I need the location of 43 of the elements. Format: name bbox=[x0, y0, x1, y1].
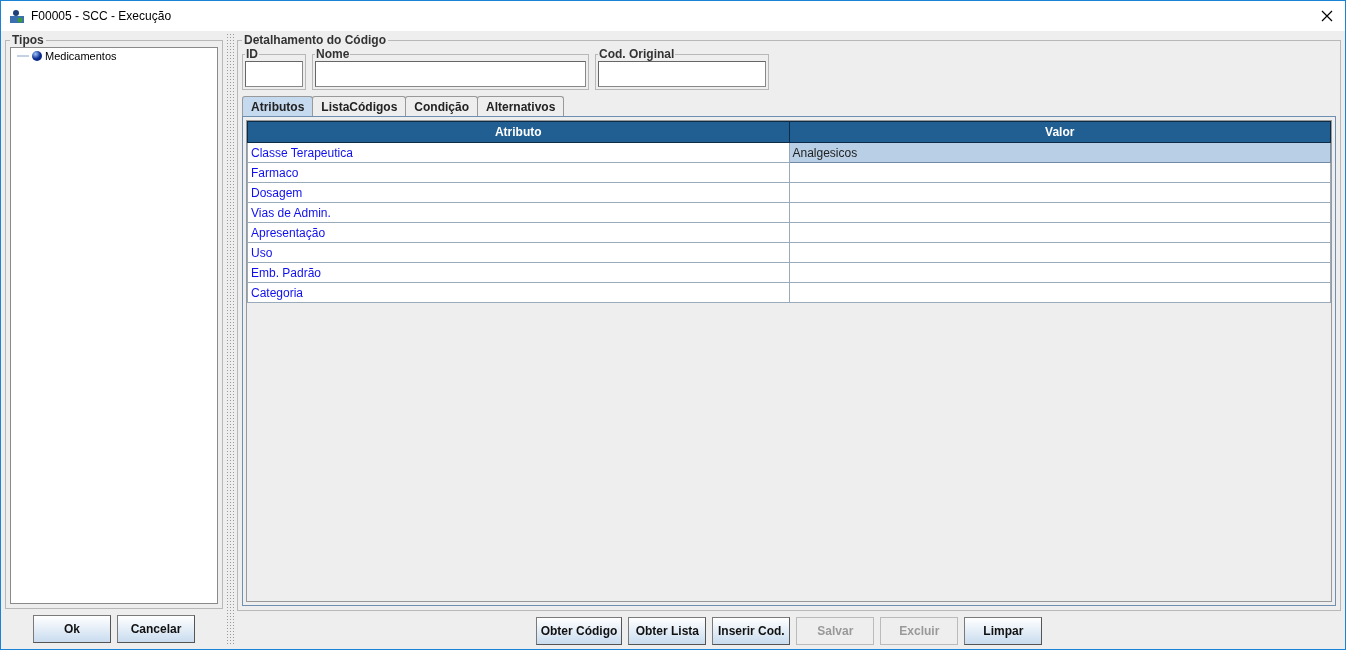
action-button[interactable]: Limpar bbox=[964, 617, 1043, 645]
panel-title: Detalhamento do Código bbox=[243, 33, 387, 47]
action-button[interactable]: Obter Lista bbox=[628, 617, 707, 645]
dialog-button[interactable]: Ok bbox=[33, 615, 111, 643]
dialog-button[interactable]: Cancelar bbox=[117, 615, 195, 643]
table-cell[interactable] bbox=[789, 182, 1331, 203]
column-header[interactable]: Atributo bbox=[247, 121, 789, 143]
column-header[interactable]: Valor bbox=[789, 121, 1331, 143]
text-field[interactable] bbox=[598, 61, 766, 87]
close-icon[interactable] bbox=[1321, 10, 1333, 22]
table-cell[interactable] bbox=[789, 222, 1331, 243]
table-cell[interactable] bbox=[789, 282, 1331, 303]
table-cell[interactable] bbox=[789, 162, 1331, 183]
tree-item[interactable]: Medicamentos bbox=[45, 50, 117, 62]
table-cell[interactable] bbox=[789, 262, 1331, 283]
table-cell: Apresentação bbox=[247, 222, 789, 243]
table-cell[interactable]: Analgesicos bbox=[789, 142, 1331, 163]
tab[interactable]: ListaCódigos bbox=[312, 96, 407, 116]
tree-line-icon bbox=[17, 55, 29, 57]
app-icon bbox=[9, 8, 25, 24]
text-field[interactable] bbox=[315, 61, 586, 87]
tab[interactable]: Condição bbox=[405, 96, 478, 116]
table-cell: Categoria bbox=[247, 282, 789, 303]
table-cell: Vias de Admin. bbox=[247, 202, 789, 223]
table-cell[interactable] bbox=[789, 202, 1331, 223]
table-cell: Dosagem bbox=[247, 182, 789, 203]
text-field[interactable] bbox=[245, 61, 303, 87]
table-cell: Classe Terapeutica bbox=[247, 142, 789, 163]
tab[interactable]: Alternativos bbox=[477, 96, 565, 116]
action-button[interactable]: Inserir Cod. bbox=[712, 617, 791, 645]
action-button[interactable]: Obter Código bbox=[535, 617, 623, 645]
table-cell: Emb. Padrão bbox=[247, 262, 789, 283]
field-label: ID bbox=[245, 47, 259, 61]
ball-icon bbox=[32, 51, 42, 61]
table-cell: Uso bbox=[247, 242, 789, 263]
field-label: Nome bbox=[315, 47, 351, 61]
field-label: Cod. Original bbox=[598, 47, 676, 61]
splitter-handle[interactable] bbox=[226, 33, 234, 645]
table-cell: Farmaco bbox=[247, 162, 789, 183]
window-title: F00005 - SCC - Execução bbox=[31, 9, 172, 23]
table-cell[interactable] bbox=[789, 242, 1331, 263]
tab[interactable]: Atributos bbox=[242, 96, 314, 116]
panel-title: Tipos bbox=[11, 33, 45, 47]
